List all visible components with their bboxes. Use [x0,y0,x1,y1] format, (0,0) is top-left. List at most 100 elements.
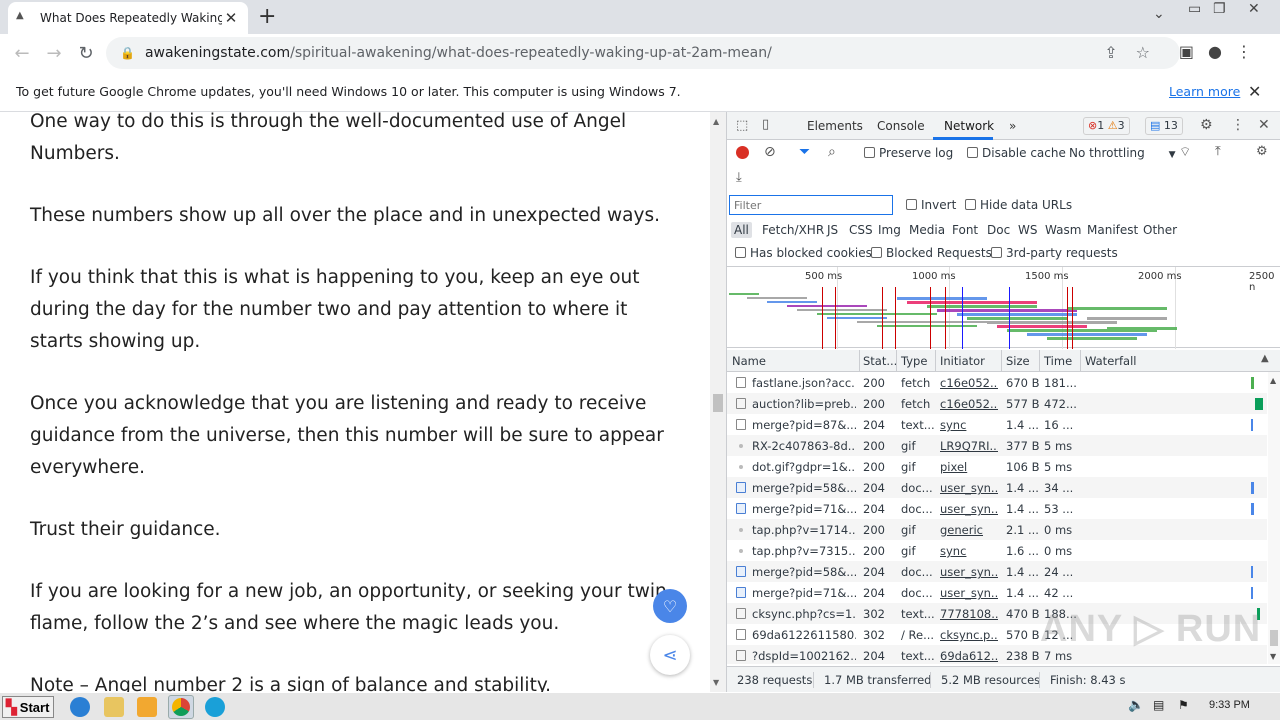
table-row[interactable]: merge?pid=58&... 204 doc... user_syn... … [727,477,1267,498]
scroll-down-arrow-icon[interactable]: ▼ [1270,652,1276,661]
search-icon[interactable]: ⌕ [828,144,836,160]
table-scrollbar[interactable]: ▲ ▼ [1268,372,1280,664]
third-party-checkbox[interactable]: 3rd-party requests [991,246,1118,260]
side-panel-icon[interactable]: ▣ [1179,42,1208,61]
learn-more-link[interactable]: Learn more [1169,84,1240,99]
ie-browser-icon[interactable] [70,697,90,717]
clear-icon[interactable]: ⊘ [764,144,776,160]
disable-cache-checkbox[interactable]: Disable cache [967,146,1066,160]
preserve-log-checkbox[interactable]: Preserve log [864,146,953,160]
type-filter-css[interactable]: CSS [849,223,873,237]
type-filter-ws[interactable]: WS [1018,223,1037,237]
lock-icon[interactable]: 🔒 [120,46,135,60]
table-row[interactable]: tap.php?v=7315... 200 gif sync 1.6 ... 0… [727,540,1267,561]
minimize-button[interactable]: ▭ [1188,1,1201,17]
scroll-down-arrow-icon[interactable]: ▼ [713,678,719,687]
table-row[interactable]: merge?pid=71&... 204 doc... user_syn... … [727,498,1267,519]
import-har-icon[interactable]: ⤒ [1215,144,1221,159]
restore-button[interactable]: ❐ [1213,1,1226,17]
volume-icon[interactable]: 🔈 [1128,697,1144,713]
column-header-size[interactable]: Size [1006,354,1030,368]
table-row[interactable]: dot.gif?gdpr=1&... 200 gif pixel 106 B 5… [727,456,1267,477]
throttling-select[interactable]: No throttling ▼ [1069,146,1176,160]
chrome-taskbar-button[interactable] [168,695,194,719]
table-row[interactable]: fastlane.json?acc... 200 fetch c16e052..… [727,372,1267,393]
type-filter-wasm[interactable]: Wasm [1045,223,1081,237]
address-bar[interactable]: 🔒 awakeningstate.com/spiritual-awakening… [106,37,1180,69]
column-header-waterfall[interactable]: Waterfall [1085,354,1136,368]
infobar-close-icon[interactable]: ✕ [1248,82,1261,101]
media-player-icon[interactable] [137,697,157,717]
device-toolbar-icon[interactable]: ▯ [762,117,769,132]
inspect-element-icon[interactable]: ⬚ [736,118,748,133]
messages-badge[interactable]: ▤ 13 [1145,117,1183,135]
file-explorer-icon[interactable] [104,697,124,717]
type-filter-font[interactable]: Font [952,223,978,237]
network-settings-icon[interactable]: ⚙ [1256,144,1268,159]
new-tab-button[interactable]: + [258,4,276,29]
devtools-menu-icon[interactable]: ⋮ [1231,117,1245,133]
reload-button[interactable]: ↻ [70,43,102,64]
filter-input[interactable] [729,195,893,215]
devtools-close-icon[interactable]: ✕ [1258,117,1270,133]
share-button[interactable]: ⋖ [650,635,690,675]
scroll-up-arrow-icon[interactable]: ▲ [1270,376,1276,385]
network-tray-icon[interactable]: ▤ [1153,698,1164,712]
table-row[interactable]: tap.php?v=1714... 200 gif generic 2.1 ..… [727,519,1267,540]
record-button[interactable] [736,146,749,159]
column-header-time[interactable]: Time [1044,354,1072,368]
column-header-initiator[interactable]: Initiator [940,354,985,368]
tab-elements[interactable]: Elements [807,119,863,133]
share-icon[interactable]: ⇪ [1104,43,1135,62]
table-scroll-thumb[interactable] [1270,630,1278,646]
export-har-icon[interactable]: ⤓ [736,170,742,185]
column-header-name[interactable]: Name [732,354,766,368]
menu-kebab-icon[interactable]: ⋮ [1236,42,1266,61]
site-favicon-icon: ▲ [16,10,24,21]
close-tab-icon[interactable]: ✕ [222,9,240,27]
column-header-status[interactable]: Stat... [863,354,897,368]
clock[interactable]: 9:33 PM [1209,699,1250,711]
table-row[interactable]: auction?lib=preb... 200 fetch c16e052...… [727,393,1267,414]
settings-gear-icon[interactable]: ⚙ [1200,117,1213,133]
tab-network[interactable]: Network [944,119,994,133]
scroll-thumb[interactable] [713,394,723,412]
type-filter-js[interactable]: JS [827,223,838,237]
issues-badge[interactable]: ⊗1 ⚠3 [1083,117,1130,135]
edge-browser-icon[interactable] [205,697,225,717]
network-conditions-icon[interactable]: ⌔ [1179,144,1191,160]
type-filter-img[interactable]: Img [878,223,901,237]
hide-data-urls-checkbox[interactable]: Hide data URLs [965,198,1072,212]
type-filter-doc[interactable]: Doc [987,223,1010,237]
table-row[interactable]: merge?pid=58&... 204 doc... user_syn... … [727,561,1267,582]
profile-avatar-icon[interactable]: ● [1208,42,1236,61]
type-filter-manifest[interactable]: Manifest [1087,223,1138,237]
more-tabs-icon[interactable]: » [1009,119,1016,133]
scroll-up-arrow-icon[interactable]: ▲ [713,117,719,126]
table-row[interactable]: RX-2c407863-8d... 200 gif LR9Q7RI... 377… [727,435,1267,456]
has-blocked-cookies-checkbox[interactable]: Has blocked cookies [735,246,872,260]
table-row[interactable]: merge?pid=71&... 204 doc... user_syn... … [727,582,1267,603]
type-filter-fetch[interactable]: Fetch/XHR [762,223,824,237]
browser-tab[interactable]: ▲ What Does Repeatedly Waking Up a ✕ [8,2,248,34]
filter-funnel-icon[interactable]: ⏷ [799,144,810,160]
window-close-button[interactable]: ✕ [1248,1,1260,17]
tab-search-icon[interactable]: ⌄ [1153,6,1165,22]
back-button[interactable]: ← [6,43,38,64]
blocked-requests-checkbox[interactable]: Blocked Requests [871,246,992,260]
invert-checkbox[interactable]: Invert [906,198,956,212]
type-filter-media[interactable]: Media [909,223,945,237]
type-filter-all[interactable]: All [731,222,752,238]
sort-ascending-icon[interactable]: ▲ [1261,353,1269,364]
network-overview-timeline[interactable]: 500 ms 1000 ms 1500 ms 2000 ms 2500 n [727,266,1280,349]
column-header-type[interactable]: Type [901,354,927,368]
start-button[interactable]: ▚ Start [2,696,54,718]
page-scrollbar[interactable]: ▲ ▼ [710,112,726,692]
forward-button[interactable]: → [38,43,70,64]
bookmark-star-icon[interactable]: ☆ [1136,43,1168,62]
favorite-heart-button[interactable]: ♡ [653,589,687,623]
type-filter-other[interactable]: Other [1143,223,1177,237]
flag-tray-icon[interactable]: ⚑ [1178,698,1189,712]
tab-console[interactable]: Console [877,119,925,133]
table-row[interactable]: merge?pid=87&... 204 text... sync 1.4 ..… [727,414,1267,435]
